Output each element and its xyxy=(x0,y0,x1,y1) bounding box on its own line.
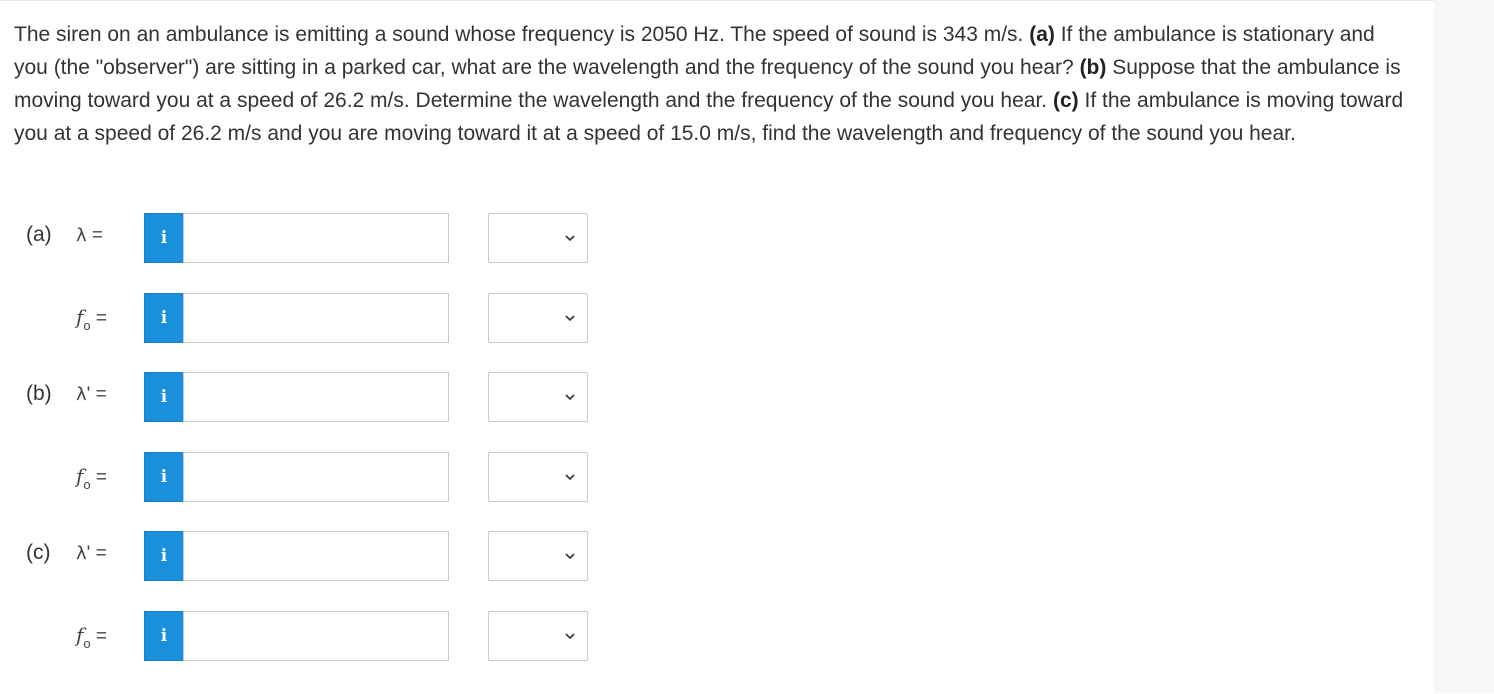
answer-row-b-frequency: fo = i xyxy=(0,452,620,502)
unit-dropdown[interactable] xyxy=(488,372,588,422)
answer-row-b-wavelength: (b) λ' = i xyxy=(0,372,620,422)
part-label: (b) xyxy=(26,382,52,405)
answer-input[interactable] xyxy=(183,293,449,343)
equals-sign: = xyxy=(90,384,107,405)
chevron-down-icon xyxy=(565,315,575,322)
variable-label: λ = xyxy=(76,225,103,247)
unit-dropdown[interactable] xyxy=(488,611,588,661)
variable-label: fo = xyxy=(76,305,107,333)
equals-sign: = xyxy=(90,467,108,488)
answer-input[interactable] xyxy=(183,452,449,502)
chevron-down-icon xyxy=(565,235,575,242)
variable-subscript: o xyxy=(83,636,91,651)
answer-input[interactable] xyxy=(183,213,449,263)
question-card: The siren on an ambulance is emitting a … xyxy=(0,0,1434,694)
unit-dropdown[interactable] xyxy=(488,293,588,343)
variable-label: λ' = xyxy=(76,384,107,406)
info-icon: i xyxy=(160,387,168,407)
answer-row-c-frequency: fo = i xyxy=(0,611,620,661)
answer-row-a-wavelength: (a) λ = i xyxy=(0,213,620,263)
chevron-down-icon xyxy=(565,474,575,481)
variable-label: fo = xyxy=(76,464,107,492)
info-icon: i xyxy=(160,228,168,248)
info-button[interactable]: i xyxy=(144,452,184,502)
answer-row-a-frequency: fo = i xyxy=(0,293,620,343)
variable-subscript: o xyxy=(83,318,91,333)
info-button[interactable]: i xyxy=(144,213,184,263)
answer-input[interactable] xyxy=(183,611,449,661)
variable-subscript: o xyxy=(83,477,91,492)
info-button[interactable]: i xyxy=(144,611,184,661)
info-button[interactable]: i xyxy=(144,293,184,343)
chevron-down-icon xyxy=(565,394,575,401)
chevron-down-icon xyxy=(565,633,575,640)
variable-label: λ' = xyxy=(76,543,107,565)
answer-input[interactable] xyxy=(183,531,449,581)
answer-input[interactable] xyxy=(183,372,449,422)
unit-dropdown[interactable] xyxy=(488,213,588,263)
variable-symbol: λ xyxy=(76,384,87,405)
info-button[interactable]: i xyxy=(144,372,184,422)
unit-dropdown[interactable] xyxy=(488,452,588,502)
chevron-down-icon xyxy=(565,553,575,560)
right-gutter xyxy=(1434,0,1494,693)
variable-label: fo = xyxy=(76,623,107,651)
part-a-tag: (a) xyxy=(1029,23,1055,46)
unit-dropdown[interactable] xyxy=(488,531,588,581)
part-label: (c) xyxy=(26,541,51,564)
info-icon: i xyxy=(160,308,168,328)
equals-sign: = xyxy=(86,225,104,246)
info-icon: i xyxy=(160,626,168,646)
part-b-tag: (b) xyxy=(1079,56,1107,79)
answer-row-c-wavelength: (c) λ' = i xyxy=(0,531,620,581)
equals-sign: = xyxy=(90,626,108,647)
info-icon: i xyxy=(160,546,168,566)
question-text: The siren on an ambulance is emitting a … xyxy=(14,18,1414,150)
equals-sign: = xyxy=(90,543,107,564)
question-intro: The siren on an ambulance is emitting a … xyxy=(14,23,1030,46)
part-c-tag: (c) xyxy=(1052,89,1079,112)
variable-symbol: λ xyxy=(76,225,87,246)
part-label: (a) xyxy=(26,223,52,246)
equals-sign: = xyxy=(90,308,108,329)
variable-symbol: λ xyxy=(76,543,87,564)
info-button[interactable]: i xyxy=(144,531,184,581)
info-icon: i xyxy=(160,467,168,487)
